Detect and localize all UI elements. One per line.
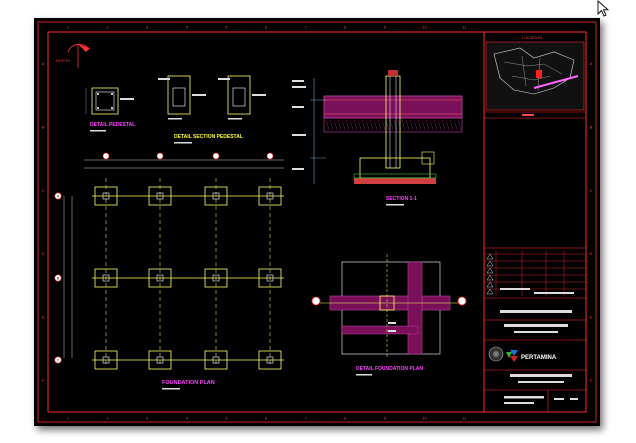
drawing-canvas[interactable]: 11223344556677889910101111A AB BC CD DE EF F N… [34,18,600,426]
grid-column-label: 1 [67,25,70,30]
grid-column-label: 11 [462,25,467,30]
grid-column-label: 11 [462,416,467,421]
grid-row-label: D [590,251,593,256]
grid-column-label: 8 [344,416,347,421]
revision-table [484,250,586,296]
grid-row-label: B [590,125,593,130]
foundation-plan-title: FOUNDATION PLAN [162,380,215,386]
pedestal-detail[interactable]: DETAIL PEDESTAL [85,87,135,132]
detail-foundation-plan[interactable]: DETAIL FOUNDATION PLAN [311,254,467,376]
grid-row-label: D [42,251,45,256]
grid-column-label: 5 [225,416,228,421]
pertamina-logo-icon [506,350,518,362]
north-arrow-icon: NORTH [56,43,90,68]
grid-column-label: 7 [305,25,308,30]
revision-marker-icon [486,288,494,295]
grid-column-label: 2 [106,416,109,421]
grid-row-label: E [42,315,45,320]
section-pedestal-detail[interactable]: DETAIL SECTION PEDESTAL [158,75,266,144]
detail-section-title: DETAIL SECTION PEDESTAL [174,134,243,140]
grid-column-label: 3 [146,25,149,30]
cad-drawing-sheet: 1 1 2 2 3 3 4 4 5 5 6 6 7 7 8 8 9 9 10 10 11 11 A A B B C C D D E E F F N… [34,18,600,426]
detail-pedestal-title: DETAIL PEDESTAL [90,122,135,128]
arrow-cursor-icon [597,0,610,17]
title-block[interactable]: LOCATION PERTAMINA [483,32,586,412]
grid-column-label: 10 [422,25,427,30]
grid-column-label: 1 [67,416,70,421]
grid-row-label: C [590,188,593,193]
section-1-1-title: SECTION 1-1 [386,196,417,202]
grid-column-label: 4 [186,25,189,30]
grid-row-label: E [590,315,593,320]
grid-column-label: 6 [265,416,268,421]
grid-row-label: F [590,378,593,383]
revision-marker-icon [486,281,494,288]
foundation-plan[interactable]: FOUNDATION PLAN ABC [54,152,284,390]
grid-column-label: 5 [225,25,228,30]
grid-bubble-icon [102,152,110,160]
grid-bubble-icon [212,152,220,160]
grid-column-label: 2 [106,25,109,30]
grid-row-label: A [42,61,45,66]
grid-column-label: 9 [384,416,387,421]
grid-row-label: C [42,188,45,193]
section-1-1-drawing[interactable]: SECTION 1-1 [292,70,463,206]
grid-column-label: 8 [344,25,347,30]
company-seal-icon [488,346,504,362]
grid-column-label: 3 [146,416,149,421]
revision-marker-icon [486,267,494,274]
location-label: LOCATION [522,35,542,40]
grid-column-label: 4 [186,416,189,421]
detail-foundation-plan-title: DETAIL FOUNDATION PLAN [356,366,423,372]
grid-row-label: A [590,61,593,66]
revision-marker-icon [486,253,494,260]
grid-row-label: B [42,125,45,130]
grid-row-label: F [42,378,45,383]
company-logo-text: PERTAMINA [521,355,557,361]
grid-column-label: 7 [305,416,308,421]
grid-bubble-icon [156,152,164,160]
revision-marker-icon [486,260,494,267]
grid-column-label: 10 [422,416,427,421]
svg-text:NORTH: NORTH [56,58,70,63]
grid-column-label: 6 [265,25,268,30]
grid-bubble-icon [266,152,274,160]
revision-marker-icon [486,274,494,281]
grid-column-label: 9 [384,25,387,30]
